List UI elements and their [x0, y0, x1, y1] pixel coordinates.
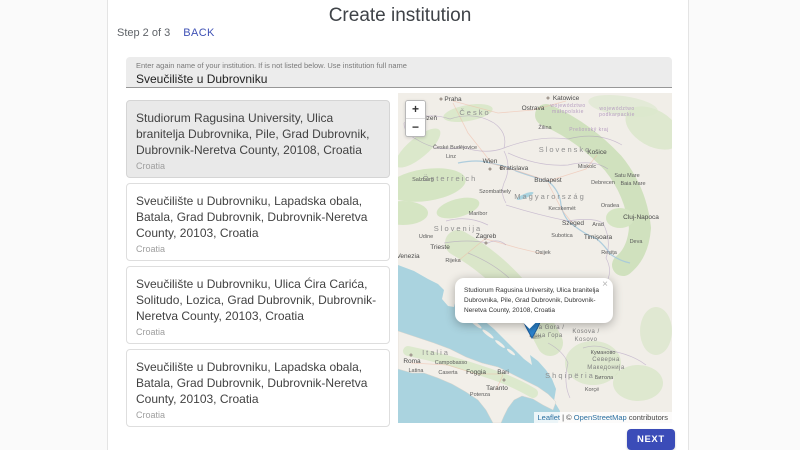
map-city-label: Katowice	[553, 95, 580, 102]
map-city-label: Campobasso	[435, 360, 467, 366]
map-city-label: Ostrava	[522, 105, 545, 112]
left-gutter	[0, 0, 108, 450]
map-city-label: Szombathely	[479, 189, 511, 195]
institution-result-item[interactable]: Sveučilište u Dubrovniku, Ulica Ćira Car…	[126, 266, 390, 344]
map-city-label: České Budějovice	[433, 144, 477, 151]
map-city-label: Praha	[444, 96, 462, 103]
map-city-label: Bratislava	[500, 165, 529, 172]
institution-result-country: Croatia	[136, 161, 380, 171]
map-city-label: Maribor	[469, 211, 488, 217]
map-zoom-control: + −	[405, 100, 426, 137]
map-city-label: Roma	[403, 358, 421, 365]
institution-result-text: Sveučilište u Dubrovniku, Ulica Ćira Car…	[136, 276, 380, 324]
map-city-label: Žilina	[538, 123, 552, 131]
map-city-label: Satu Mare	[614, 173, 639, 179]
map-city-dot	[489, 168, 492, 171]
map-city-label: Miskolc	[578, 164, 597, 170]
map-city-label: Arad	[592, 222, 604, 228]
map-city-label: Venezia	[398, 253, 420, 260]
map-city-dot	[485, 242, 488, 245]
right-gutter	[688, 0, 800, 450]
map-country-label: Kosova /	[572, 329, 599, 335]
map-city-label: Udine	[419, 234, 433, 240]
map-city-label: Kecskemét	[548, 206, 576, 212]
map-city-label: Deva	[630, 239, 644, 245]
institution-result-country: Croatia	[136, 410, 380, 420]
map-city-label: Debrecen	[591, 180, 615, 186]
map-country-label: Slovensko	[539, 145, 592, 154]
map-city-label: Korçë	[585, 387, 599, 393]
map-city-label: Budapest	[534, 177, 562, 184]
map-country-label: Österreich	[423, 174, 478, 183]
institution-name-input[interactable]: Enter again name of your institution. If…	[126, 57, 672, 88]
map-city-label: Subotica	[551, 233, 573, 239]
map-country-label: Shqipëria	[545, 371, 595, 380]
back-link[interactable]: BACK	[183, 27, 215, 39]
map-city-label: Osijek	[535, 250, 551, 256]
map-city-label: Rijeka	[445, 258, 461, 264]
create-institution-page: Create institution Step 2 of 3 BACK Enter…	[0, 0, 800, 450]
map-city-label: Битола	[595, 375, 614, 381]
map-country-label: Kosovo	[574, 337, 597, 343]
institution-result-country: Croatia	[136, 244, 380, 254]
map-city-label: Куманово	[591, 350, 616, 356]
step-indicator: Step 2 of 3 BACK	[117, 27, 215, 39]
institution-result-country: Croatia	[136, 327, 380, 337]
institution-result-item[interactable]: Sveučilište u Dubrovniku, Lapadska obala…	[126, 349, 390, 427]
map-country-label: Македонија	[587, 365, 625, 371]
institution-name-value: Sveučilište u Dubrovniku	[136, 72, 662, 86]
next-button[interactable]: NEXT	[627, 429, 675, 450]
map-city-label: Latina	[409, 368, 425, 374]
map-city-label: Oradea	[601, 203, 620, 209]
institution-result-text: Studiorum Ragusina University, Ulica bra…	[136, 110, 380, 158]
map-city-label: Taranto	[486, 385, 508, 392]
map-city-label: Zagreb	[476, 233, 497, 240]
map-city-label: Baia Mare	[620, 181, 645, 187]
institution-result-text: Sveučilište u Dubrovniku, Lapadska obala…	[136, 359, 380, 407]
map-city-label: Cluj-Napoca	[623, 214, 659, 221]
map-country-label: Italia	[422, 348, 450, 357]
map-city-dot	[547, 97, 550, 100]
step-label: Step 2 of 3	[117, 27, 170, 39]
map-city-label: Potenza	[470, 392, 491, 398]
osm-link[interactable]: OpenStreetMap	[574, 413, 627, 422]
map-city-label: Caserta	[438, 370, 458, 376]
map-popup: Studiorum Ragusina University, Ulica bra…	[455, 278, 613, 323]
map-city-dot	[440, 98, 443, 101]
map-city-label: Bari	[497, 369, 509, 376]
map-city-dot	[410, 354, 413, 357]
map-region-label: małopolskie	[552, 109, 584, 115]
institution-results-list: Studiorum Ragusina University, Ulica bra…	[126, 100, 390, 432]
map-city-label: Foggia	[466, 369, 486, 376]
map-city-label: Trieste	[430, 244, 450, 251]
map-country-label: Slovenija	[434, 224, 482, 233]
map-country-label: Česko	[459, 108, 490, 117]
popup-close-icon[interactable]: ×	[602, 280, 608, 290]
institution-result-item[interactable]: Sveučilište u Dubrovniku, Lapadska obala…	[126, 183, 390, 261]
institution-result-item[interactable]: Studiorum Ragusina University, Ulica bra…	[126, 100, 390, 178]
zoom-out-button[interactable]: −	[406, 118, 425, 136]
institution-result-text: Sveučilište u Dubrovniku, Lapadska obala…	[136, 193, 380, 241]
map-region-label: podkarpackie	[599, 112, 635, 118]
map-attribution: Leaflet | © OpenStreetMap contributors	[534, 412, 673, 423]
zoom-in-button[interactable]: +	[406, 101, 425, 118]
leaflet-map[interactable]: PrahaPlzeňOstravaKatowiceŽilinaČeské Bud…	[398, 93, 672, 423]
map-country-label: Magyarország	[514, 192, 586, 201]
map-city-dot	[503, 379, 506, 382]
map-region-label: Prešovský kraj	[569, 127, 609, 133]
map-city-label: Reșița	[601, 250, 618, 256]
map-popup-text: Studiorum Ragusina University, Ulica bra…	[464, 286, 599, 316]
map-city-label: Szeged	[562, 220, 584, 227]
institution-name-label: Enter again name of your institution. If…	[136, 61, 662, 70]
map-country-label: Северна	[592, 357, 620, 363]
map-tiles: PrahaPlzeňOstravaKatowiceŽilinaČeské Bud…	[398, 93, 672, 423]
map-city-label: Linz	[446, 154, 456, 160]
leaflet-link[interactable]: Leaflet	[538, 413, 561, 422]
map-city-label: Wien	[483, 158, 498, 165]
map-city-label: Timișoara	[584, 234, 613, 241]
page-title: Create institution	[0, 5, 800, 27]
